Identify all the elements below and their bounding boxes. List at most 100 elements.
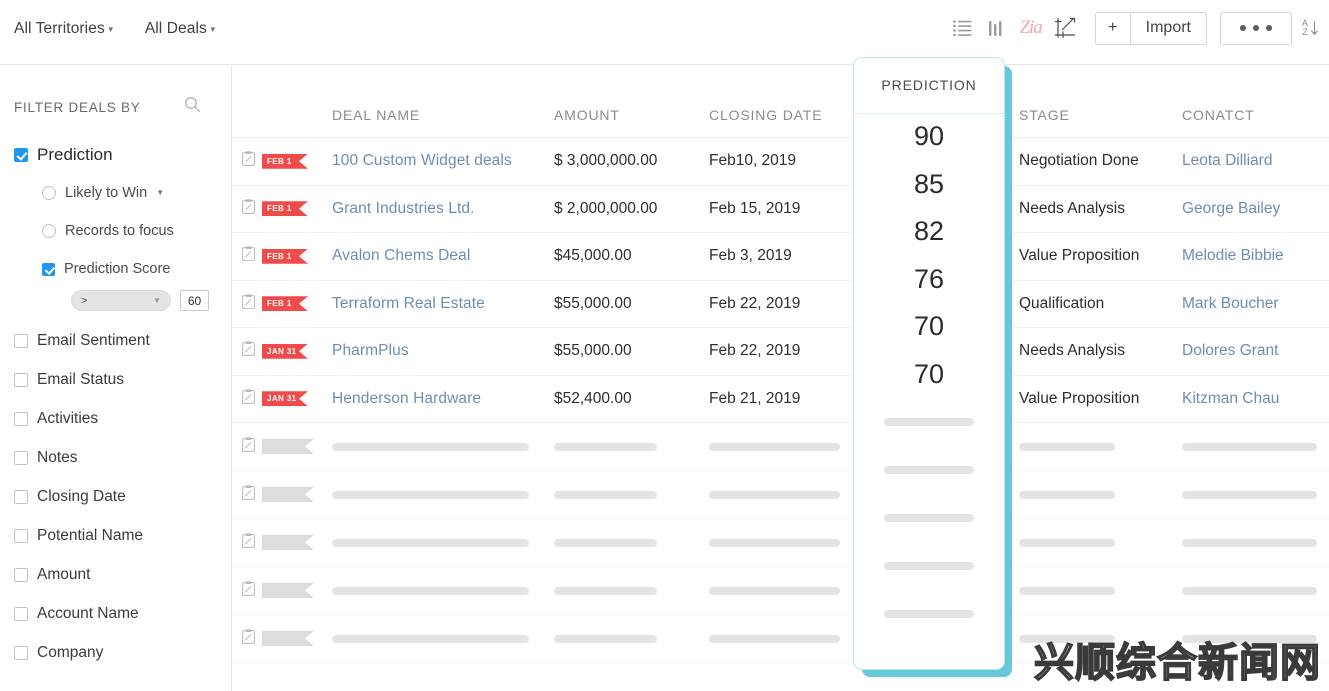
sidebar-option-records-to-focus[interactable]: Records to focus: [42, 212, 231, 250]
clipboard-icon: [242, 341, 255, 361]
sidebar-option-prediction-score[interactable]: Prediction Score: [42, 250, 231, 288]
add-deal-button[interactable]: +: [1096, 13, 1130, 44]
sidebar-filter-account-name[interactable]: Account Name: [14, 594, 231, 633]
closing-date-cell: Feb10, 2019: [709, 152, 844, 170]
prediction-label: Prediction: [37, 144, 113, 164]
potential-name-checkbox[interactable]: [14, 528, 28, 543]
company-checkbox[interactable]: [14, 645, 28, 660]
column-header-contact[interactable]: CONATCT: [1182, 107, 1329, 137]
column-header-amount[interactable]: AMOUNT: [554, 107, 709, 137]
score-value-input[interactable]: 60: [180, 290, 209, 311]
search-icon[interactable]: [184, 96, 201, 118]
contact-link[interactable]: Kitzman Chau: [1182, 390, 1279, 407]
closing-date-cell: Feb 22, 2019: [709, 342, 844, 360]
email-sentiment-checkbox[interactable]: [14, 333, 28, 348]
closing-date-cell-skeleton: [709, 634, 844, 643]
row-icons-cell: FEB 1: [232, 246, 332, 266]
column-header-stage[interactable]: STAGE: [1019, 107, 1182, 137]
skeleton-bar: [332, 538, 529, 547]
chevron-down-icon: ▼: [208, 25, 217, 34]
watermark: 兴顺综合新闻网: [1033, 640, 1321, 686]
closing-date-cell-skeleton: [709, 442, 844, 451]
deal-name-link[interactable]: Avalon Chems Deal: [332, 247, 470, 264]
score-operator-select[interactable]: > ▼: [71, 290, 171, 311]
deal-name-link[interactable]: Grant Industries Ltd.: [332, 200, 475, 217]
prediction-score-checkbox[interactable]: [42, 262, 55, 276]
deal-name-cell-skeleton: [332, 538, 554, 547]
closing-date-checkbox[interactable]: [14, 489, 28, 504]
date-ribbon-badge: FEB 1: [262, 248, 308, 264]
amount-cell-skeleton: [554, 634, 709, 643]
date-ribbon-badge-placeholder: [262, 631, 314, 646]
activities-checkbox[interactable]: [14, 411, 28, 426]
sidebar-option-likely-to-win[interactable]: Likely to Win ▼: [42, 174, 231, 212]
more-dot: [1252, 25, 1259, 31]
skeleton-bar: [554, 442, 657, 451]
stage-cell: Needs Analysis: [1019, 342, 1182, 360]
import-button[interactable]: Import: [1131, 13, 1206, 44]
toolbar-view-filters: All Territories ▼ All Deals ▼: [14, 20, 217, 38]
likely-to-win-radio[interactable]: [42, 186, 56, 200]
skeleton-bar: [1182, 586, 1317, 595]
sidebar-filter-prediction[interactable]: Prediction: [14, 135, 231, 174]
sidebar-filter-email-status[interactable]: Email Status: [14, 360, 231, 399]
contact-cell: Leota Dilliard: [1182, 152, 1329, 170]
sidebar-filter-potential-name[interactable]: Potential Name: [14, 516, 231, 555]
contact-link[interactable]: Mark Boucher: [1182, 295, 1278, 312]
more-actions-button[interactable]: [1219, 11, 1292, 45]
deal-name-link[interactable]: 100 Custom Widget deals: [332, 152, 512, 169]
notes-checkbox[interactable]: [14, 450, 28, 465]
email-status-checkbox[interactable]: [14, 372, 28, 387]
contact-link[interactable]: Melodie Bibbie: [1182, 247, 1284, 264]
prediction-suboptions: Likely to Win ▼ Records to focus Predict…: [14, 174, 231, 288]
contact-link[interactable]: Leota Dilliard: [1182, 152, 1272, 169]
filter-all-territories[interactable]: All Territories ▼: [14, 20, 115, 38]
chart-edit-icon[interactable]: [1048, 11, 1082, 45]
sort-az-icon[interactable]: A Z: [1302, 19, 1319, 37]
stage-value: Value Proposition: [1019, 247, 1140, 265]
closing-date-value: Feb 21, 2019: [709, 389, 801, 407]
deal-name-link[interactable]: Terraform Real Estate: [332, 295, 485, 312]
zia-logo-icon[interactable]: Zia: [1014, 11, 1048, 45]
date-ribbon-badge-placeholder: [262, 535, 314, 550]
amount-cell: $ 3,000,000.00: [554, 152, 709, 170]
sidebar-filter-closing-date[interactable]: Closing Date: [14, 477, 231, 516]
list-view-icon[interactable]: [946, 11, 980, 45]
deal-name-link[interactable]: Henderson Hardware: [332, 390, 481, 407]
sidebar-filter-notes[interactable]: Notes: [14, 438, 231, 477]
deal-name-link[interactable]: PharmPlus: [332, 342, 409, 359]
contact-link[interactable]: Dolores Grant: [1182, 342, 1278, 359]
sidebar-filter-activities[interactable]: Activities: [14, 399, 231, 438]
filter-list: Prediction Likely to Win ▼ Records to fo…: [0, 118, 231, 672]
skeleton-bar: [884, 418, 974, 426]
table-row-skeleton: [232, 567, 1329, 615]
records-to-focus-radio[interactable]: [42, 224, 56, 238]
column-header-closing-date[interactable]: CLOSING DATE: [709, 107, 844, 137]
amount-cell-skeleton: [554, 586, 709, 595]
amount-cell: $ 2,000,000.00: [554, 200, 709, 218]
date-ribbon-badge-placeholder: [262, 583, 314, 598]
prediction-header-divider: [854, 113, 1004, 114]
sidebar-filter-email-sentiment[interactable]: Email Sentiment: [14, 321, 231, 360]
sidebar-filter-company[interactable]: Company: [14, 633, 231, 672]
amount-checkbox[interactable]: [14, 567, 28, 582]
deal-name-cell: Avalon Chems Deal: [332, 247, 554, 265]
prediction-score-value: 82: [913, 216, 945, 247]
row-icons-cell: JAN 31: [232, 389, 332, 409]
skeleton-bar: [1019, 538, 1115, 547]
prediction-cell: 76: [853, 256, 1005, 304]
filter-all-deals[interactable]: All Deals ▼: [145, 20, 217, 38]
column-header-deal-name[interactable]: DEAL NAME: [332, 107, 554, 137]
contact-cell: George Bailey: [1182, 200, 1329, 218]
skeleton-bar: [554, 538, 657, 547]
contact-link[interactable]: George Bailey: [1182, 200, 1280, 217]
more-dot: [1265, 25, 1272, 31]
row-icons-cell: [232, 628, 332, 649]
kanban-view-icon[interactable]: [980, 11, 1014, 45]
column-header-prediction[interactable]: PREDICTION: [853, 57, 1005, 113]
prediction-checkbox[interactable]: [14, 147, 28, 162]
sidebar-filter-amount[interactable]: Amount: [14, 555, 231, 594]
more-dot: [1239, 25, 1246, 31]
crm-deals-page: All Territories ▼ All Deals ▼ Zia + Impo…: [0, 0, 1329, 691]
account-name-checkbox[interactable]: [14, 606, 28, 621]
